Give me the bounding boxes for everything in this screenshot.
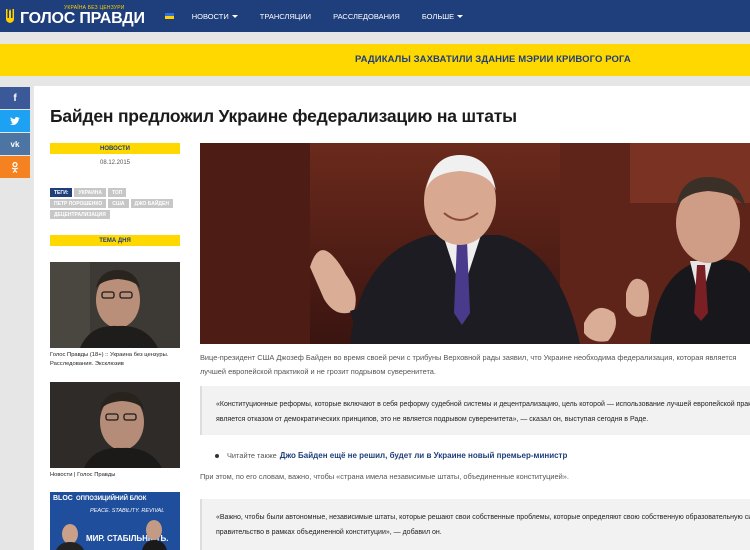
tag-list: ТЕГИ: УКРАИНА ТОП ПЕТР ПОРОШЕНКО США ДЖО…: [50, 188, 180, 219]
article-title: Байден предложил Украине федерализацию н…: [50, 106, 517, 126]
share-buttons: f vk: [0, 87, 30, 179]
party-figures-image: [56, 520, 167, 550]
portrait-image: [50, 382, 180, 468]
sidebar-caption[interactable]: Новости | Голос Правды: [50, 471, 180, 480]
article-quote-1: «Конституционные реформы, которые включа…: [200, 386, 750, 435]
top-navbar: УКРАЇНА БЕЗ ЦЕНЗУРИ ГОЛОС ПРАВДИ НОВОСТИ…: [0, 0, 750, 32]
sidebar-thumbnail[interactable]: [50, 262, 180, 348]
vk-icon: vk: [10, 139, 20, 149]
breaking-news-text[interactable]: РАДИКАЛЫ ЗАХВАТИЛИ ЗДАНИЕ МЭРИИ КРИВОГО …: [355, 54, 631, 65]
vk-share-button[interactable]: vk: [0, 133, 30, 155]
article-hero-image: [200, 143, 750, 344]
nav-investigations[interactable]: РАССЛЕДОВАНИЯ: [333, 12, 400, 21]
site-title: ГОЛОС ПРАВДИ: [20, 9, 145, 27]
sidebar-caption[interactable]: Голос Правды (18+) :: Украина без цензур…: [50, 351, 180, 368]
tags-label: ТЕГИ:: [50, 188, 73, 197]
twitter-share-button[interactable]: [0, 110, 30, 132]
article-date: 08.12.2015: [99, 160, 131, 166]
nav-more[interactable]: БОЛЬШЕ: [422, 12, 464, 21]
facebook-icon: f: [13, 92, 17, 104]
odnoklassniki-icon: [11, 161, 19, 173]
tag-item[interactable]: ДЕЦЕНТРАЛИЗАЦИЯ: [50, 210, 110, 219]
politicians-photo: [200, 143, 750, 344]
ukraine-flag-icon: [164, 13, 174, 19]
sidebar-thumbnail[interactable]: BLOC ОППОЗИЦИЙНИЙ БЛОК PEACE. STABILITY.…: [50, 492, 180, 550]
odnoklassniki-share-button[interactable]: [0, 156, 30, 178]
portrait-image: [50, 262, 180, 348]
tag-item[interactable]: УКРАИНА: [74, 188, 106, 197]
article-quote-2: «Важно, чтобы были автономные, независим…: [200, 499, 750, 550]
chevron-down-icon: [231, 14, 238, 18]
site-logo[interactable]: УКРАЇНА БЕЗ ЦЕНЗУРИ ГОЛОС ПРАВДИ: [4, 5, 145, 27]
read-also: Читайте также Джо Байден ещё не решил, б…: [215, 451, 567, 460]
bullet-icon: [215, 453, 219, 458]
tag-item[interactable]: ДЖО БАЙДЕН: [130, 199, 173, 208]
chevron-down-icon: [457, 14, 464, 18]
tag-item[interactable]: США: [108, 199, 129, 208]
nav-news[interactable]: НОВОСТИ: [192, 12, 238, 21]
tag-item[interactable]: ТОП: [107, 188, 127, 197]
trident-icon: [4, 6, 16, 26]
sidebar-thumbnail[interactable]: [50, 382, 180, 468]
article-lead: Вице-президент США Джозеф Байден во врем…: [200, 353, 737, 377]
topic-of-day-title: ТЕМА ДНЯ: [50, 235, 180, 246]
breaking-news-banner[interactable]: РАДИКАЛЫ ЗАХВАТИЛИ ЗДАНИЕ МЭРИИ КРИВОГО …: [0, 44, 750, 76]
twitter-icon: [10, 117, 20, 125]
article-paragraph: При этом, по его словам, важно, чтобы «с…: [200, 472, 569, 481]
nav-broadcasts[interactable]: ТРАНСЛЯЦИИ: [260, 12, 311, 21]
read-also-link[interactable]: Джо Байден ещё не решил, будет ли в Укра…: [280, 451, 568, 460]
facebook-share-button[interactable]: f: [0, 87, 30, 109]
category-label[interactable]: НОВОСТИ: [50, 143, 180, 154]
tag-item[interactable]: ПЕТР ПОРОШЕНКО: [50, 199, 107, 208]
